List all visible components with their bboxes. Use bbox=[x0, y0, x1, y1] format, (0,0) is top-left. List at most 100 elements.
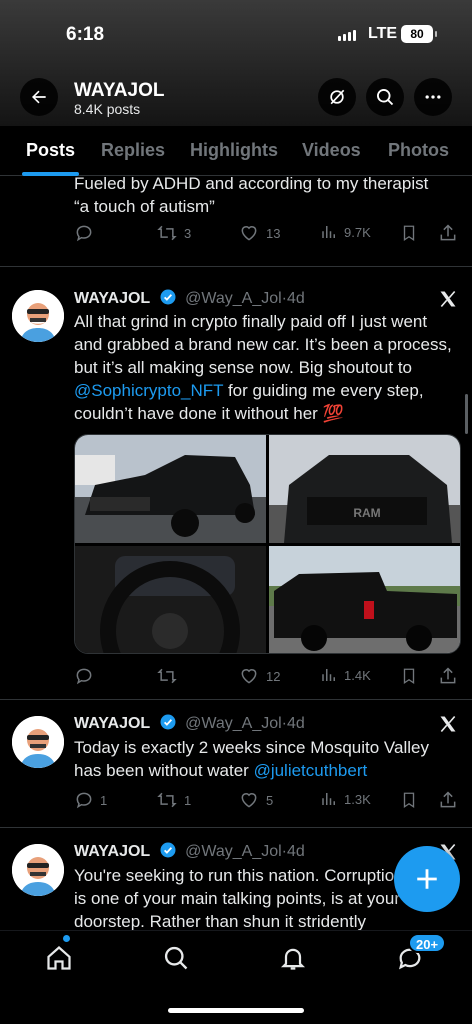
like-button[interactable]: 5 bbox=[238, 790, 273, 810]
scrollbar[interactable] bbox=[465, 394, 468, 434]
notification-badge: 20+ bbox=[408, 933, 447, 953]
post-item[interactable]: Fueled by ADHD and according to my thera… bbox=[0, 176, 472, 267]
reply-button[interactable]: 1 bbox=[74, 790, 107, 810]
author-name[interactable]: WAYAJOL bbox=[74, 843, 150, 860]
share-button[interactable] bbox=[438, 223, 458, 243]
like-button[interactable]: 13 bbox=[238, 223, 280, 243]
avatar-image bbox=[12, 844, 64, 896]
repost-icon bbox=[157, 225, 177, 241]
bookmark-button[interactable] bbox=[400, 790, 418, 810]
steering-wheel-photo bbox=[75, 546, 266, 653]
network-label: LTE bbox=[368, 25, 398, 42]
views-button[interactable]: 1.3K bbox=[320, 790, 371, 808]
search-icon bbox=[164, 946, 188, 970]
share-icon bbox=[440, 667, 456, 684]
post-text-line: Fueled by ADHD and according to my thera… bbox=[74, 176, 429, 193]
post-item[interactable]: WAYAJOL @Way_A_Jol·4d All that grind in … bbox=[0, 267, 472, 700]
repost-button[interactable]: 3 bbox=[156, 223, 191, 243]
avatar-image bbox=[12, 716, 64, 768]
repost-icon bbox=[157, 792, 177, 808]
media-photo[interactable]: RAM bbox=[269, 435, 460, 543]
nav-search[interactable] bbox=[159, 941, 193, 975]
views-icon bbox=[322, 793, 335, 805]
more-icon bbox=[425, 95, 441, 99]
reply-button[interactable] bbox=[74, 666, 100, 686]
tab-posts[interactable]: Posts bbox=[26, 140, 75, 161]
verified-badge-icon bbox=[160, 289, 176, 305]
author-name[interactable]: WAYAJOL bbox=[74, 715, 150, 732]
post-time: 4d bbox=[287, 843, 305, 860]
signal-icon bbox=[338, 30, 356, 41]
more-button[interactable] bbox=[414, 78, 452, 116]
repost-count: 3 bbox=[184, 225, 192, 241]
repost-button[interactable]: 1 bbox=[156, 790, 191, 810]
tab-videos[interactable]: Videos bbox=[302, 140, 361, 161]
views-icon bbox=[322, 669, 335, 681]
view-count: 9.7K bbox=[344, 224, 371, 240]
avatar[interactable] bbox=[12, 844, 64, 896]
avatar[interactable] bbox=[12, 290, 64, 342]
like-button[interactable]: 12 bbox=[238, 666, 280, 686]
tab-highlights[interactable]: Highlights bbox=[190, 140, 278, 161]
back-button[interactable] bbox=[20, 78, 58, 116]
post-actions: 3 13 9.7K bbox=[74, 223, 464, 247]
nav-notifications[interactable] bbox=[276, 941, 310, 975]
truck-photo-2: RAM bbox=[269, 435, 460, 543]
grok-button[interactable] bbox=[318, 78, 356, 116]
bell-icon bbox=[280, 948, 306, 970]
x-logo-icon bbox=[440, 715, 456, 733]
nav-home[interactable] bbox=[42, 941, 76, 975]
verified-badge-icon bbox=[160, 714, 176, 730]
post-meta: WAYAJOL @Way_A_Jol·4d bbox=[74, 841, 305, 861]
author-handle[interactable]: @Way_A_Jol bbox=[185, 290, 282, 307]
verified-badge-icon bbox=[160, 842, 176, 858]
reply-button[interactable] bbox=[74, 223, 100, 243]
view-count: 1.4K bbox=[344, 667, 371, 683]
views-button[interactable]: 9.7K bbox=[320, 223, 371, 241]
heart-icon bbox=[241, 793, 257, 808]
status-time: 6:18 bbox=[66, 24, 105, 45]
reply-count: 1 bbox=[100, 792, 108, 808]
post-text-part: Today is exactly 2 weeks since Mosquito … bbox=[74, 738, 429, 780]
battery-icon: 80 bbox=[401, 25, 437, 43]
post-text: All that grind in crypto finally paid of… bbox=[74, 310, 458, 425]
repost-button[interactable] bbox=[156, 666, 184, 686]
post-text-part: All that grind in crypto finally paid of… bbox=[74, 312, 452, 377]
search-button[interactable] bbox=[366, 78, 404, 116]
share-button[interactable] bbox=[438, 790, 458, 810]
author-name[interactable]: WAYAJOL bbox=[74, 290, 150, 307]
tab-replies[interactable]: Replies bbox=[101, 140, 165, 161]
home-indicator[interactable] bbox=[168, 1008, 304, 1013]
arrow-left-icon bbox=[32, 90, 46, 104]
media-grid[interactable]: RAM bbox=[74, 434, 461, 654]
author-handle[interactable]: @Way_A_Jol bbox=[185, 843, 282, 860]
repost-count: 1 bbox=[184, 792, 192, 808]
truck-photo-3 bbox=[269, 546, 460, 653]
views-icon bbox=[322, 226, 335, 238]
avatar[interactable] bbox=[12, 716, 64, 768]
views-button[interactable]: 1.4K bbox=[320, 666, 371, 684]
unread-dot bbox=[63, 935, 70, 942]
post-time: 4d bbox=[287, 290, 305, 307]
heart-icon bbox=[241, 226, 257, 241]
bookmark-icon bbox=[403, 668, 415, 685]
compose-button[interactable] bbox=[394, 846, 460, 912]
share-button[interactable] bbox=[438, 666, 458, 686]
bookmark-button[interactable] bbox=[400, 223, 418, 243]
profile-tabs: Posts Replies Highlights Videos Photos bbox=[0, 126, 472, 176]
feed[interactable]: Fueled by ADHD and according to my thera… bbox=[0, 176, 472, 930]
mention-link[interactable]: @Sophicrypto_NFT bbox=[74, 381, 223, 400]
media-photo[interactable] bbox=[75, 546, 266, 653]
mention-link[interactable]: @julietcuthbert bbox=[254, 761, 368, 780]
view-count: 1.3K bbox=[344, 791, 371, 807]
search-icon bbox=[377, 89, 394, 106]
bookmark-button[interactable] bbox=[400, 666, 418, 686]
post-item[interactable]: WAYAJOL @Way_A_Jol·4d Today is exactly 2… bbox=[0, 700, 472, 828]
author-handle[interactable]: @Way_A_Jol bbox=[185, 715, 282, 732]
bookmark-icon bbox=[403, 792, 415, 809]
plus-icon bbox=[417, 869, 437, 889]
media-photo[interactable] bbox=[75, 435, 266, 543]
media-photo[interactable] bbox=[269, 546, 460, 653]
status-bar: 6:18 LTE 80 bbox=[0, 22, 472, 50]
tab-photos[interactable]: Photos bbox=[388, 140, 449, 161]
